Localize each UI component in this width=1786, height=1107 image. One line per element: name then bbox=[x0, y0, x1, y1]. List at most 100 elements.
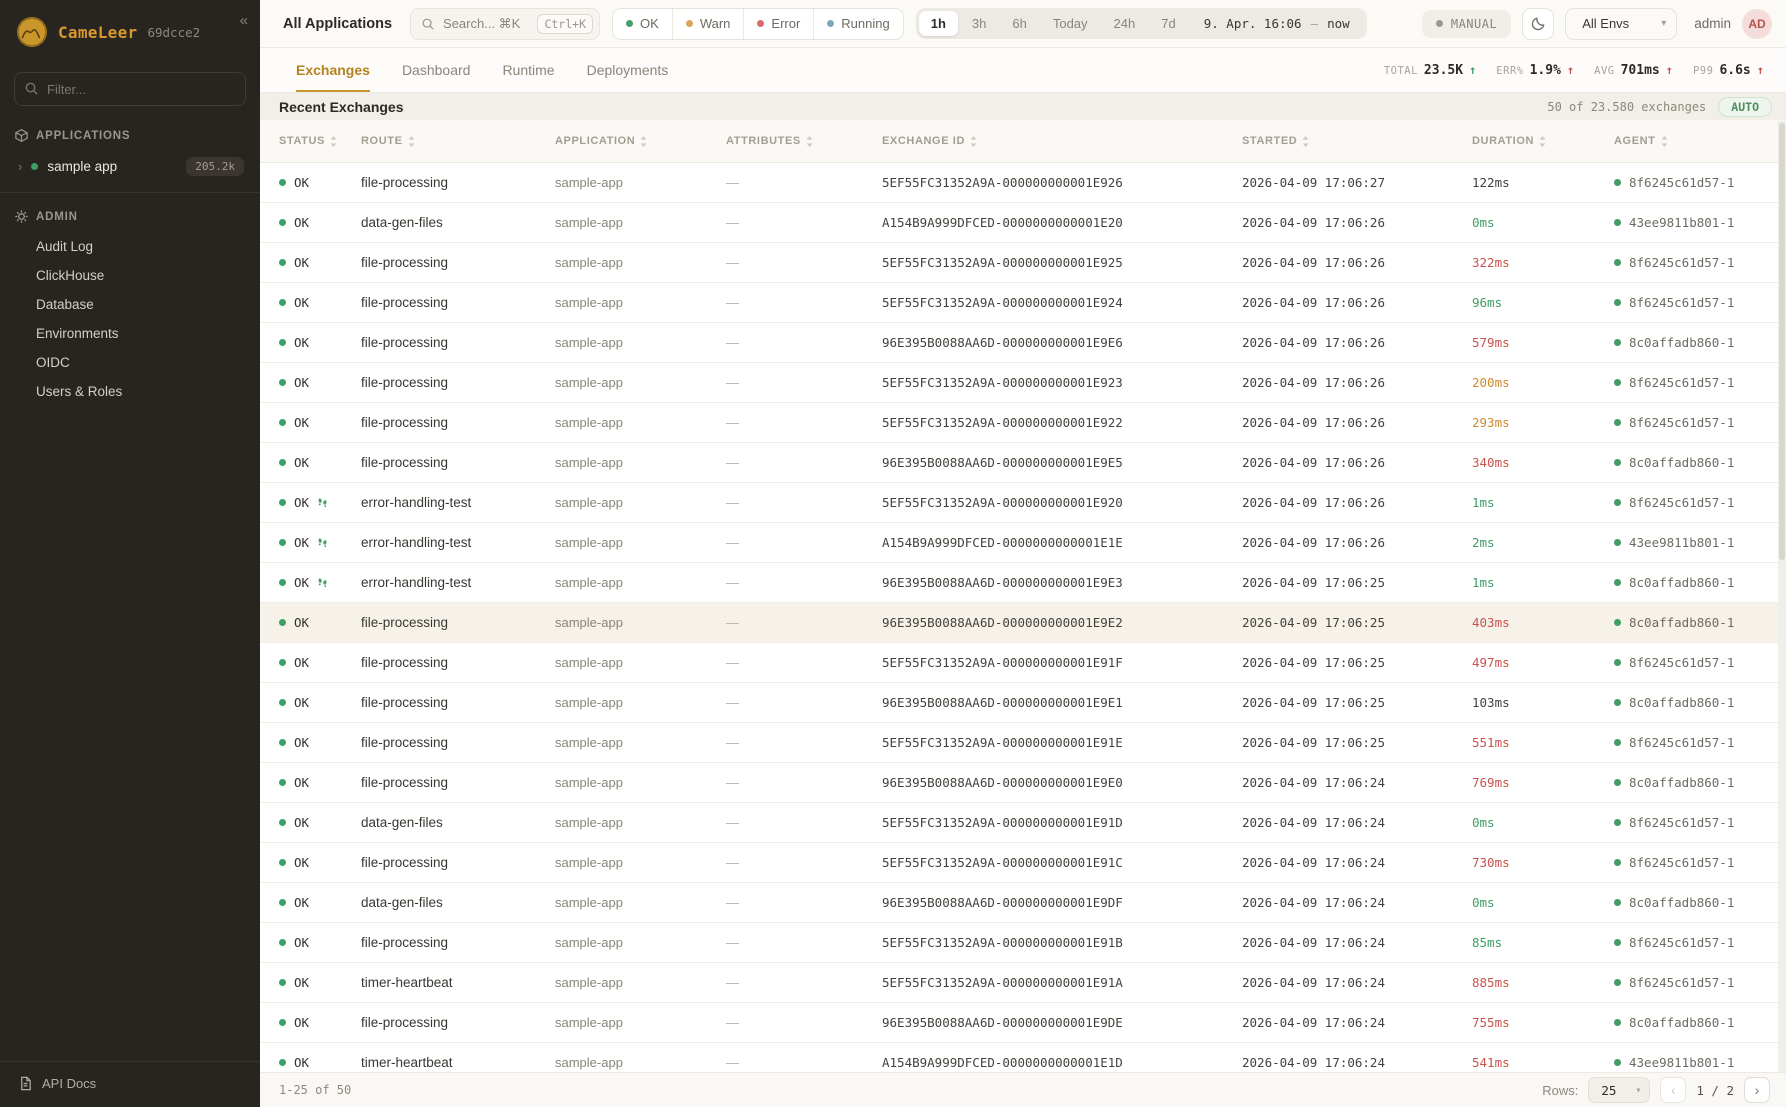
table-row[interactable]: OK file-processing sample-app — 5EF55FC3… bbox=[260, 923, 1786, 963]
auto-refresh-badge[interactable]: AUTO bbox=[1718, 97, 1772, 117]
table-row[interactable]: OK file-processing sample-app — 96E395B0… bbox=[260, 323, 1786, 363]
exchange-duration: 497ms bbox=[1472, 655, 1614, 670]
sidebar-filter bbox=[14, 72, 246, 106]
tab[interactable]: Deployments bbox=[587, 48, 669, 92]
table-row[interactable]: OK file-processing sample-app — 5EF55FC3… bbox=[260, 723, 1786, 763]
table-row[interactable]: OK file-processing sample-app — 96E395B0… bbox=[260, 1003, 1786, 1043]
status-filter-button[interactable]: Running bbox=[814, 9, 902, 39]
chevron-right-icon[interactable]: › bbox=[18, 159, 22, 174]
exchange-route: file-processing bbox=[361, 1015, 555, 1030]
table-row[interactable]: OK data-gen-files sample-app — 5EF55FC31… bbox=[260, 803, 1786, 843]
tab[interactable]: Exchanges bbox=[296, 48, 370, 92]
exchange-id: 5EF55FC31352A9A-000000000001E925 bbox=[882, 255, 1242, 270]
table-row[interactable]: OK file-processing sample-app — 96E395B0… bbox=[260, 683, 1786, 723]
table-row[interactable]: OK timer-heartbeat sample-app — A154B9A9… bbox=[260, 1043, 1786, 1072]
time-range-segment[interactable]: 24h bbox=[1102, 11, 1148, 36]
exchange-agent-label: 8c0affadb860-1 bbox=[1629, 895, 1734, 910]
next-page-button[interactable]: › bbox=[1744, 1077, 1770, 1103]
time-range-display[interactable]: 9. Apr. 16:06 — now bbox=[1190, 11, 1364, 36]
sidebar-admin-item[interactable]: OIDC bbox=[0, 348, 260, 377]
table-row[interactable]: OK file-processing sample-app — 5EF55FC3… bbox=[260, 243, 1786, 283]
time-range-segment[interactable]: 3h bbox=[960, 11, 998, 36]
status-filter-label: Warn bbox=[700, 16, 731, 31]
previous-page-button[interactable]: ‹ bbox=[1660, 1077, 1686, 1103]
time-separator: — bbox=[1311, 16, 1319, 31]
topbar-right-cluster: MANUAL All Envs ▾ admin AD bbox=[1422, 8, 1772, 40]
rows-per-page-select[interactable]: 25 ▾ bbox=[1588, 1077, 1650, 1103]
table-row[interactable]: OK file-processing sample-app — 5EF55FC3… bbox=[260, 643, 1786, 683]
table-row[interactable]: OK file-processing sample-app — 96E395B0… bbox=[260, 763, 1786, 803]
exchange-started: 2026-04-09 17:06:25 bbox=[1242, 695, 1472, 710]
sidebar-admin-item[interactable]: Users & Roles bbox=[0, 377, 260, 406]
table-row[interactable]: OK timer-heartbeat sample-app — 5EF55FC3… bbox=[260, 963, 1786, 1003]
sidebar-admin-item[interactable]: Audit Log bbox=[0, 232, 260, 261]
column-header[interactable]: AGENT bbox=[1614, 135, 1786, 147]
exchange-status-label: OK bbox=[294, 335, 309, 350]
column-header[interactable]: APPLICATION bbox=[555, 135, 726, 147]
search-input[interactable]: Search... ⌘K Ctrl+K bbox=[410, 8, 600, 40]
time-range-segment[interactable]: 6h bbox=[1000, 11, 1038, 36]
ok-status-dot bbox=[279, 1019, 286, 1026]
exchange-application: sample-app bbox=[555, 895, 726, 910]
table-row[interactable]: OK error-handling-test sample-app — 5EF5… bbox=[260, 483, 1786, 523]
time-range-segment[interactable]: Today bbox=[1041, 11, 1100, 36]
status-filter-button[interactable]: OK bbox=[613, 9, 673, 39]
sidebar-admin-item[interactable]: Environments bbox=[0, 319, 260, 348]
exchange-attributes: — bbox=[726, 1015, 882, 1030]
search-placeholder: Search... ⌘K bbox=[443, 16, 529, 32]
column-header[interactable]: STARTED bbox=[1242, 135, 1472, 147]
table-row[interactable]: OK error-handling-test sample-app — A154… bbox=[260, 523, 1786, 563]
exchange-started: 2026-04-09 17:06:26 bbox=[1242, 375, 1472, 390]
sidebar-admin-item[interactable]: Database bbox=[0, 290, 260, 319]
table-row[interactable]: OK data-gen-files sample-app — 96E395B00… bbox=[260, 883, 1786, 923]
environment-select[interactable]: All Envs ▾ bbox=[1565, 8, 1677, 40]
exchange-status-cell: OK bbox=[279, 1055, 361, 1070]
column-header-label: STARTED bbox=[1242, 135, 1297, 147]
table-row[interactable]: OK error-handling-test sample-app — 96E3… bbox=[260, 563, 1786, 603]
column-header[interactable]: STATUS bbox=[279, 135, 361, 147]
time-range-segment[interactable]: 7d bbox=[1149, 11, 1187, 36]
manual-refresh-button[interactable]: MANUAL bbox=[1422, 10, 1511, 38]
table-row[interactable]: OK file-processing sample-app — 5EF55FC3… bbox=[260, 283, 1786, 323]
agent-status-dot bbox=[1614, 819, 1621, 826]
table-row[interactable]: OK file-processing sample-app — 5EF55FC3… bbox=[260, 403, 1786, 443]
exchange-id: A154B9A999DFCED-0000000000001E1E bbox=[882, 535, 1242, 550]
scrollbar-thumb[interactable] bbox=[1779, 123, 1785, 560]
tab[interactable]: Runtime bbox=[502, 48, 554, 92]
table-row[interactable]: OK file-processing sample-app — 5EF55FC3… bbox=[260, 163, 1786, 203]
ok-status-dot bbox=[279, 819, 286, 826]
dark-mode-toggle[interactable] bbox=[1522, 8, 1554, 40]
table-row[interactable]: OK file-processing sample-app — 96E395B0… bbox=[260, 443, 1786, 483]
time-range-segment[interactable]: 1h bbox=[919, 11, 958, 36]
exchange-status-label: OK bbox=[294, 495, 309, 510]
table-row[interactable]: OK data-gen-files sample-app — A154B9A99… bbox=[260, 203, 1786, 243]
column-header[interactable]: EXCHANGE ID bbox=[882, 135, 1242, 147]
ok-status-dot bbox=[279, 659, 286, 666]
table-row[interactable]: OK file-processing sample-app — 96E395B0… bbox=[260, 603, 1786, 643]
column-header[interactable]: ATTRIBUTES bbox=[726, 135, 882, 147]
exchange-status-cell: OK bbox=[279, 495, 361, 510]
sidebar-admin-item[interactable]: ClickHouse bbox=[0, 261, 260, 290]
table-row[interactable]: OK file-processing sample-app — 5EF55FC3… bbox=[260, 843, 1786, 883]
brand-version: 69dcce2 bbox=[147, 25, 200, 40]
exchange-duration: 122ms bbox=[1472, 175, 1614, 190]
vertical-scrollbar[interactable] bbox=[1778, 121, 1786, 1072]
status-filter-button[interactable]: Error bbox=[744, 9, 814, 39]
section-header-right: 50 of 23.580 exchanges AUTO bbox=[1547, 97, 1772, 117]
table-row[interactable]: OK file-processing sample-app — 5EF55FC3… bbox=[260, 363, 1786, 403]
exchange-application: sample-app bbox=[555, 975, 726, 990]
sidebar-item-sample-app[interactable]: › sample app 205.2k bbox=[0, 151, 260, 186]
column-header[interactable]: DURATION bbox=[1472, 135, 1614, 147]
exchange-id: 5EF55FC31352A9A-000000000001E920 bbox=[882, 495, 1242, 510]
exchange-application: sample-app bbox=[555, 215, 726, 230]
sidebar-collapse-icon[interactable]: « bbox=[240, 12, 248, 29]
sidebar-filter-input[interactable] bbox=[14, 72, 246, 106]
sidebar-item-api-docs[interactable]: API Docs bbox=[0, 1061, 260, 1107]
status-filter-button[interactable]: Warn bbox=[673, 9, 745, 39]
tab[interactable]: Dashboard bbox=[402, 48, 471, 92]
column-header[interactable]: ROUTE bbox=[361, 135, 555, 147]
brand: CameLeer 69dcce2 bbox=[0, 0, 260, 64]
avatar[interactable]: AD bbox=[1742, 9, 1772, 39]
agent-status-dot bbox=[1614, 859, 1621, 866]
stat-value: 1.9% bbox=[1530, 63, 1561, 78]
